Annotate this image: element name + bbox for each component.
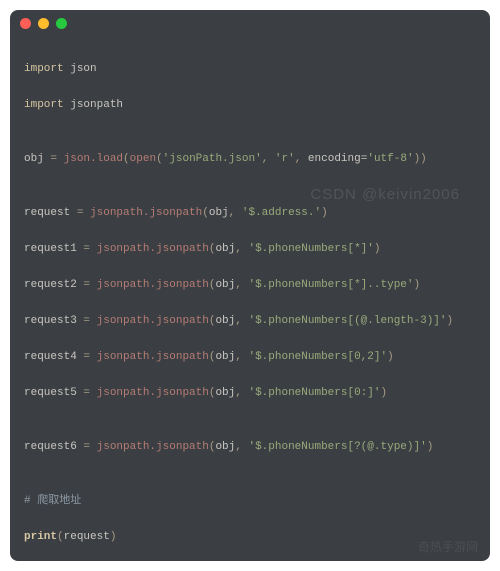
code-line: request3 = jsonpath.jsonpath(obj, '$.pho… — [24, 312, 476, 330]
string-literal: '$.phoneNumbers[0:]' — [248, 387, 380, 399]
code-editor-window: import json import jsonpath obj = json.l… — [10, 10, 490, 561]
code-line: import jsonpath — [24, 96, 476, 114]
code-line: request1 = jsonpath.jsonpath(obj, '$.pho… — [24, 240, 476, 258]
kwarg: encoding= — [308, 153, 367, 165]
func-call: jsonpath.jsonpath — [97, 279, 209, 291]
module-name: jsonpath — [70, 99, 123, 111]
code-line: print(request) — [24, 528, 476, 546]
var-name: request2 — [24, 279, 77, 291]
close-icon[interactable] — [20, 18, 31, 29]
func-call: jsonpath.jsonpath — [90, 207, 202, 219]
code-line: request5 = jsonpath.jsonpath(obj, '$.pho… — [24, 384, 476, 402]
string-literal: '$.phoneNumbers[?(@.type)]' — [248, 441, 426, 453]
print-call: print — [24, 531, 57, 543]
var-name: obj — [24, 153, 44, 165]
string-literal: 'utf-8' — [367, 153, 413, 165]
string-literal: '$.phoneNumbers[*]' — [248, 243, 373, 255]
string-literal: '$.phoneNumbers[0,2]' — [248, 351, 387, 363]
func-call: jsonpath.jsonpath — [97, 243, 209, 255]
string-literal: '$.address.' — [242, 207, 321, 219]
string-literal: 'r' — [275, 153, 295, 165]
var-name: request5 — [24, 387, 77, 399]
module-name: json — [70, 63, 96, 75]
var-name: request1 — [24, 243, 77, 255]
func-call: jsonpath.jsonpath — [97, 351, 209, 363]
func-call: open — [130, 153, 156, 165]
string-literal: '$.phoneNumbers[*]..type' — [248, 279, 413, 291]
func-call: jsonpath.jsonpath — [97, 315, 209, 327]
code-line: import json — [24, 60, 476, 78]
minimize-icon[interactable] — [38, 18, 49, 29]
code-line: request6 = jsonpath.jsonpath(obj, '$.pho… — [24, 438, 476, 456]
equals: = — [44, 153, 64, 165]
zoom-icon[interactable] — [56, 18, 67, 29]
code-line: request4 = jsonpath.jsonpath(obj, '$.pho… — [24, 348, 476, 366]
var-name: request6 — [24, 441, 77, 453]
var-name: request3 — [24, 315, 77, 327]
var-name: request4 — [24, 351, 77, 363]
var-name: request — [64, 531, 110, 543]
var-name: request — [24, 207, 70, 219]
keyword-import: import — [24, 99, 64, 111]
page-root: import json import jsonpath obj = json.l… — [0, 0, 500, 571]
func-call: jsonpath.jsonpath — [97, 387, 209, 399]
code-body: import json import jsonpath obj = json.l… — [10, 36, 490, 561]
string-literal: 'jsonPath.json' — [163, 153, 262, 165]
code-line: request2 = jsonpath.jsonpath(obj, '$.pho… — [24, 276, 476, 294]
code-line: obj = json.load(open('jsonPath.json', 'r… — [24, 150, 476, 168]
comment: # 爬取地址 — [24, 495, 81, 507]
func-call: jsonpath.jsonpath — [97, 441, 209, 453]
code-line: request = jsonpath.jsonpath(obj, '$.addr… — [24, 204, 476, 222]
keyword-import: import — [24, 63, 64, 75]
window-titlebar — [10, 10, 490, 36]
comment-line: # 爬取地址 — [24, 492, 476, 510]
func-call: json.load — [64, 153, 123, 165]
string-literal: '$.phoneNumbers[(@.length-3)]' — [248, 315, 446, 327]
